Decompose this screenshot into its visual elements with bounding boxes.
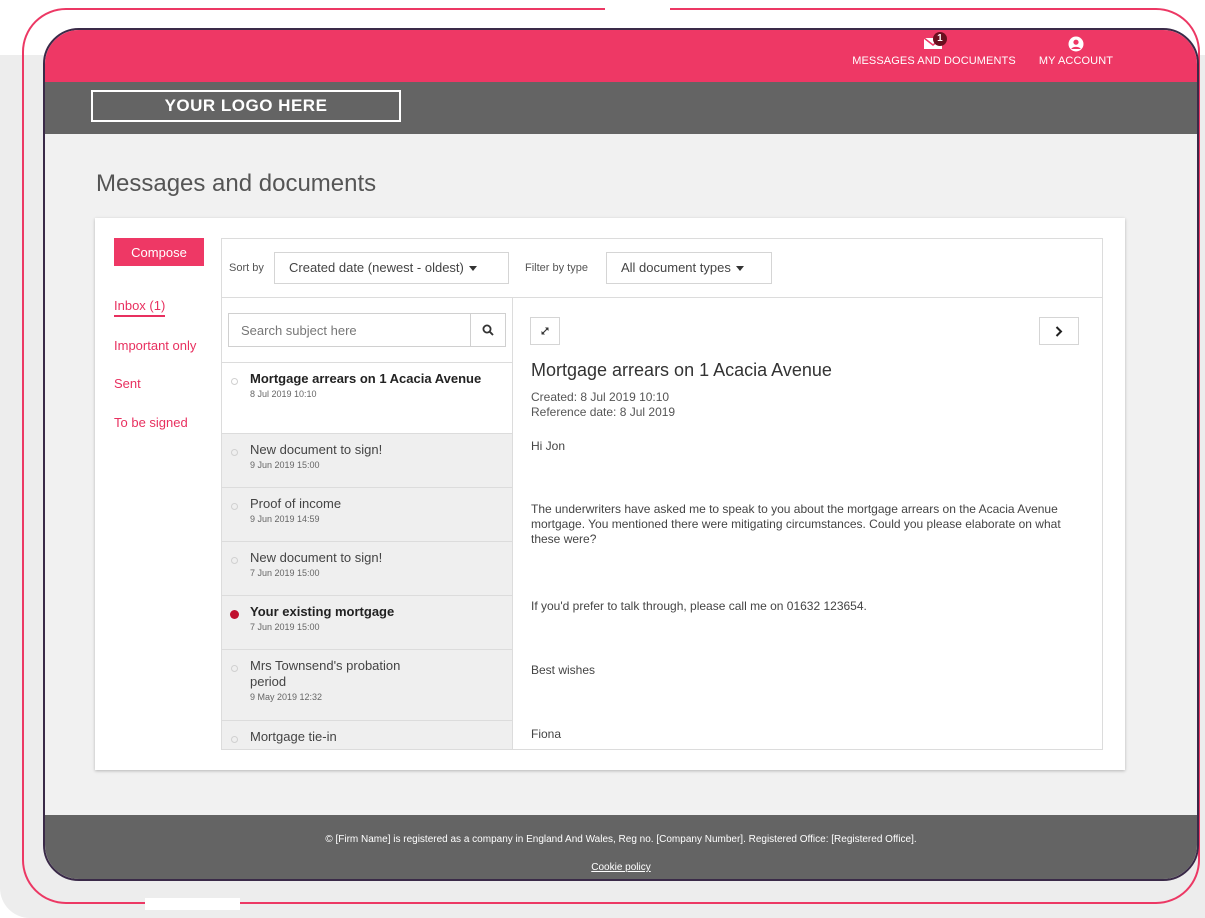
message-greeting: Hi Jon <box>531 439 566 453</box>
search-icon <box>482 324 494 336</box>
footer: © [Firm Name] is registered as a company… <box>45 815 1197 879</box>
message-item[interactable]: Mortgage tie-in <box>222 720 512 749</box>
next-message-button[interactable] <box>1039 317 1079 345</box>
unread-count-badge: 1 <box>933 32 947 46</box>
sort-filter-toolbar: Sort by Created date (newest - oldest) F… <box>222 239 1102 298</box>
page-title: Messages and documents <box>96 170 377 197</box>
app-window: 1 MESSAGES AND DOCUMENTS MY ACCOUNT YOUR… <box>43 28 1199 881</box>
message-paragraph: The underwriters have asked me to speak … <box>531 502 1061 546</box>
read-status-dot <box>231 378 238 385</box>
message-signoff: Best wishes <box>531 663 596 677</box>
chevron-right-icon <box>1055 325 1063 337</box>
nav-account-label: MY ACCOUNT <box>1038 55 1114 67</box>
expand-button[interactable] <box>530 317 560 345</box>
read-status-dot <box>231 736 238 743</box>
caret-down-icon <box>468 266 477 272</box>
message-subject: New document to sign! <box>250 550 383 565</box>
unread-dot <box>230 610 239 619</box>
message-subject: Mortgage tie-in <box>250 729 337 744</box>
message-subject: Mrs Townsend's probation period <box>250 658 401 689</box>
message-item[interactable]: Mortgage arrears on 1 Acacia Avenue 8 Ju… <box>222 362 512 433</box>
message-list-pane: Mortgage arrears on 1 Acacia Avenue 8 Ju… <box>222 298 513 749</box>
message-item[interactable]: Your existing mortgage 7 Jun 2019 15:00 <box>222 595 512 649</box>
sort-dropdown-value: Created date (newest - oldest) <box>289 260 464 275</box>
folder-to-be-signed[interactable]: To be signed <box>114 415 188 430</box>
expand-icon <box>540 326 550 336</box>
message-date: 9 May 2019 12:32 <box>250 692 323 702</box>
message-subject: Your existing mortgage <box>250 604 395 619</box>
logo-bar: YOUR LOGO HERE <box>45 82 1197 134</box>
compose-button[interactable]: Compose <box>114 238 204 266</box>
search-box <box>228 313 506 347</box>
folder-sent[interactable]: Sent <box>114 376 141 391</box>
message-list: Mortgage arrears on 1 Acacia Avenue 8 Ju… <box>222 362 512 749</box>
message-date: 9 Jun 2019 15:00 <box>250 460 320 470</box>
filter-type-dropdown[interactable]: All document types <box>606 252 772 284</box>
message-item[interactable]: Proof of income 9 Jun 2019 14:59 <box>222 487 512 541</box>
sort-by-label: Sort by <box>229 262 264 274</box>
nav-messages-label: MESSAGES AND DOCUMENTS <box>852 55 1016 67</box>
message-item[interactable]: New document to sign! 7 Jun 2019 15:00 <box>222 541 512 595</box>
filter-dropdown-value: All document types <box>621 260 731 275</box>
search-button[interactable] <box>470 314 505 346</box>
outline-gap-bottom <box>145 898 240 910</box>
message-item[interactable]: New document to sign! 9 Jun 2019 15:00 <box>222 433 512 487</box>
message-date: 7 Jun 2019 15:00 <box>250 568 320 578</box>
nav-my-account[interactable]: MY ACCOUNT <box>1036 36 1116 67</box>
caret-down-icon <box>735 266 744 272</box>
message-reader-pane: Mortgage arrears on 1 Acacia Avenue Crea… <box>513 298 1102 749</box>
sort-dropdown[interactable]: Created date (newest - oldest) <box>274 252 509 284</box>
read-status-dot <box>231 557 238 564</box>
read-status-dot <box>231 503 238 510</box>
message-subject: Proof of income <box>250 496 342 511</box>
footer-copyright: © [Firm Name] is registered as a company… <box>325 834 917 845</box>
message-date: 8 Jul 2019 10:10 <box>250 389 317 399</box>
read-status-dot <box>231 665 238 672</box>
message-subject: New document to sign! <box>250 442 383 457</box>
message-title: Mortgage arrears on 1 Acacia Avenue <box>531 360 832 380</box>
message-created-date: Created: 8 Jul 2019 10:10 <box>531 390 670 404</box>
message-paragraph: If you'd prefer to talk through, please … <box>531 599 867 613</box>
user-circle-icon <box>1068 36 1084 52</box>
envelope-icon: 1 <box>923 32 947 52</box>
message-signature: Fiona <box>531 727 562 741</box>
message-date: 7 Jun 2019 15:00 <box>250 622 320 632</box>
search-input[interactable] <box>229 314 471 346</box>
logo[interactable]: YOUR LOGO HERE <box>91 90 401 122</box>
folder-inbox[interactable]: Inbox (1) <box>114 298 166 317</box>
messages-card: Compose Inbox (1) Important only Sent To… <box>95 218 1125 770</box>
read-status-dot <box>231 449 238 456</box>
message-reference-date: Reference date: 8 Jul 2019 <box>531 405 676 419</box>
filter-by-type-label: Filter by type <box>525 262 588 274</box>
folder-important-only[interactable]: Important only <box>114 338 196 353</box>
message-item[interactable]: Mrs Townsend's probation period 9 May 20… <box>222 649 512 720</box>
nav-messages-and-documents[interactable]: 1 MESSAGES AND DOCUMENTS <box>848 32 1020 67</box>
cookie-policy-link[interactable]: Cookie policy <box>45 862 1197 873</box>
folder-inbox-label: Inbox (1) <box>114 298 166 317</box>
top-nav-bar: 1 MESSAGES AND DOCUMENTS MY ACCOUNT <box>45 30 1197 82</box>
message-subject: Mortgage arrears on 1 Acacia Avenue <box>250 371 482 386</box>
message-date: 9 Jun 2019 14:59 <box>250 514 320 524</box>
outline-gap-top <box>605 4 670 14</box>
messages-main-panel: Sort by Created date (newest - oldest) F… <box>221 238 1103 750</box>
